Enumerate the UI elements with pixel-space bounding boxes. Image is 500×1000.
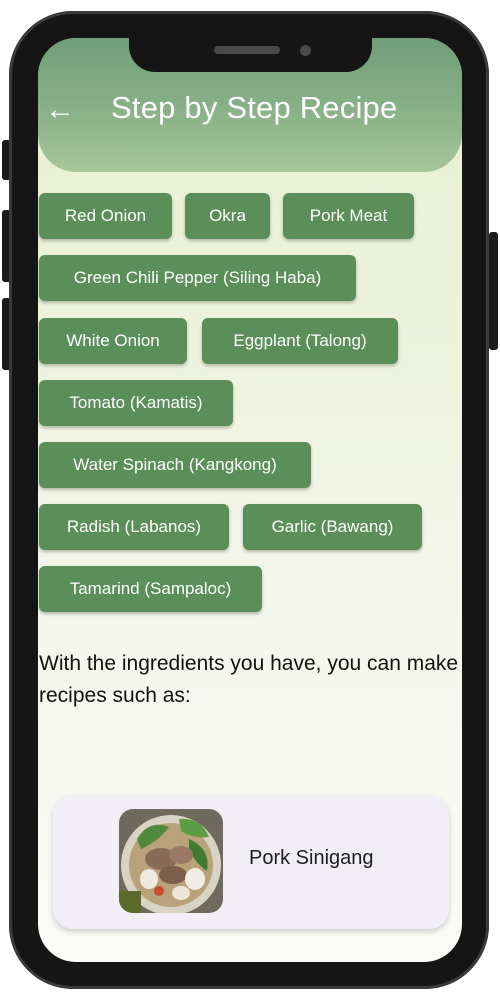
- ingredient-chip-white-onion[interactable]: White Onion: [39, 318, 187, 364]
- speaker-grille: [214, 46, 280, 54]
- ingredient-chip-green-chili-pepper[interactable]: Green Chili Pepper (Siling Haba): [39, 255, 356, 301]
- pork-sinigang-image: [119, 809, 223, 913]
- ingredient-chip-tamarind[interactable]: Tamarind (Sampaloc): [39, 566, 262, 612]
- phone-notch: [129, 38, 372, 72]
- recipe-name: Pork Sinigang: [249, 847, 374, 869]
- recipe-suggestion-text: With the ingredients you have, you can m…: [39, 652, 459, 707]
- recipe-card[interactable]: Pork Sinigang: [53, 795, 449, 929]
- ingredient-chip-tomato[interactable]: Tomato (Kamatis): [39, 380, 233, 426]
- ingredient-chip-red-onion[interactable]: Red Onion: [39, 193, 172, 239]
- back-arrow-icon[interactable]: ←: [42, 92, 78, 128]
- ingredient-chip-pork-meat[interactable]: Pork Meat: [283, 193, 414, 239]
- ingredient-chip-okra[interactable]: Okra: [185, 193, 270, 239]
- ingredient-chip-radish[interactable]: Radish (Labanos): [39, 504, 229, 550]
- power-button: [489, 232, 498, 350]
- app-screen: ← Step by Step Recipe Red Onion Okra Por…: [38, 38, 462, 962]
- ingredient-chip-garlic[interactable]: Garlic (Bawang): [243, 504, 422, 550]
- ingredient-chip-eggplant[interactable]: Eggplant (Talong): [202, 318, 398, 364]
- front-camera: [300, 45, 311, 56]
- ingredient-chip-water-spinach[interactable]: Water Spinach (Kangkong): [39, 442, 311, 488]
- page-title: Step by Step Recipe: [111, 90, 398, 125]
